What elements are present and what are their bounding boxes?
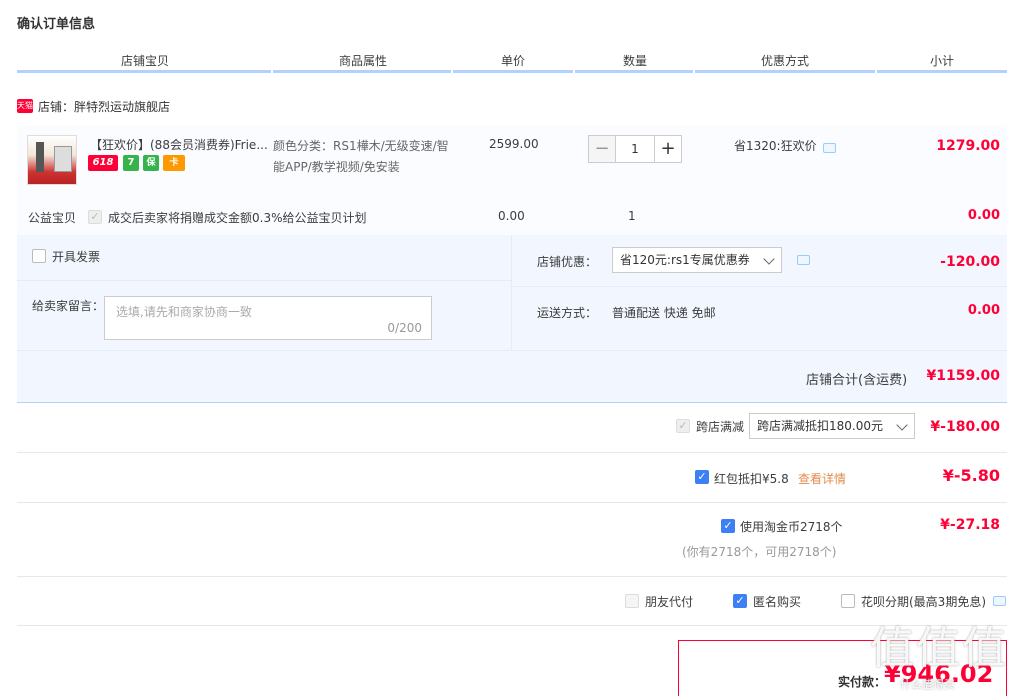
charity-quantity: 1	[628, 209, 636, 223]
shop-total-amount: ¥1159.00	[926, 368, 1000, 384]
shipping-method: 普通配送 快递 免邮	[612, 306, 716, 320]
column-header-quantity: 数量	[622, 54, 647, 68]
charity-subtotal: 0.00	[967, 208, 1000, 223]
cross-store-checkbox: ✓	[676, 419, 690, 433]
product-title[interactable]: 【狂欢价】(88会员消费券)Frie...	[90, 136, 268, 153]
cross-store-amount: ¥-180.00	[930, 419, 1000, 435]
panel-divider	[511, 235, 512, 350]
row-divider	[17, 452, 1007, 453]
product-attributes: 颜色分类：RS1樺木/无级变速/智能APP/教学视频/免安装	[273, 139, 449, 174]
watermark-text: 什么值得买	[900, 678, 955, 691]
red-packet-amount: ¥-5.80	[942, 466, 1000, 485]
column-header-price: 单价	[500, 54, 525, 68]
huabei-checkbox[interactable]	[841, 594, 855, 608]
promo-618-badge: 618	[88, 155, 118, 171]
header-divider	[877, 70, 1007, 73]
chat-icon[interactable]	[797, 255, 810, 265]
row-divider	[17, 625, 1007, 626]
chat-icon[interactable]	[823, 143, 836, 153]
red-packet-details-link[interactable]: 查看详情	[798, 470, 846, 487]
taojinbi-note: (你有2718个，可用2718个)	[682, 545, 837, 559]
column-header-attributes: 商品属性	[338, 54, 387, 68]
seven-day-return-icon: 7	[123, 155, 139, 171]
red-packet-label: 红包抵扣¥5.8	[714, 472, 789, 486]
shop-discount-amount: -120.00	[940, 254, 1000, 270]
tmall-icon: 天猫	[17, 99, 33, 113]
message-label: 给卖家留言：	[32, 299, 105, 313]
friend-pay-checkbox	[625, 594, 639, 608]
guarantee-icon: 保	[143, 155, 159, 171]
shop-name[interactable]: 店铺：胖特烈运动旗舰店	[38, 98, 170, 115]
discount-method: 省1320:狂欢价	[734, 139, 817, 153]
charity-checkbox: ✓	[88, 210, 102, 224]
anonymous-checkbox[interactable]: ✓	[733, 594, 747, 608]
charity-label: 公益宝贝	[28, 211, 77, 225]
invoice-checkbox[interactable]	[32, 249, 46, 263]
panel-divider	[512, 286, 1007, 287]
cross-store-label: 跨店满减	[696, 420, 745, 434]
header-divider	[17, 70, 271, 73]
message-textarea[interactable]: 选填,请先和商家协商一致 0/200	[104, 296, 432, 340]
charity-price: 0.00	[498, 209, 525, 223]
red-packet-checkbox[interactable]: ✓	[695, 470, 709, 484]
column-header-subtotal: 小计	[929, 54, 954, 68]
row-divider	[17, 576, 1007, 577]
header-divider	[273, 70, 451, 73]
chevron-down-icon	[763, 253, 775, 265]
anonymous-label: 匿名购买	[753, 595, 802, 609]
page-title: 确认订单信息	[17, 17, 96, 32]
row-divider	[17, 502, 1007, 503]
shop-discount-select[interactable]: 省120元:rs1专属优惠券	[612, 247, 782, 273]
shop-discount-selected: 省120元:rs1专属优惠券	[620, 253, 750, 267]
shop-discount-label: 店铺优惠：	[537, 255, 598, 269]
taojinbi-amount: ¥-27.18	[940, 517, 1000, 533]
watermark-logo: 值 值 值	[870, 623, 1006, 674]
plus-icon[interactable]: +	[654, 135, 682, 163]
header-divider	[575, 70, 693, 73]
huabei-label: 花呗分期(最高3期免息)	[861, 595, 986, 609]
panel-divider	[17, 280, 511, 281]
shipping-label: 运送方式：	[537, 306, 598, 320]
column-header-item: 店铺宝贝	[120, 54, 169, 68]
charity-text: 成交后卖家将捐赠成交金额0.3%给公益宝贝计划	[108, 211, 367, 225]
item-subtotal: 1279.00	[936, 138, 1000, 154]
minus-icon[interactable]: −	[588, 135, 616, 163]
card-payment-icon: 卡	[163, 155, 185, 171]
header-divider	[453, 70, 573, 73]
invoice-label: 开具发票	[52, 250, 101, 264]
column-header-discount: 优惠方式	[760, 54, 809, 68]
product-thumbnail[interactable]	[27, 135, 77, 185]
panel-divider	[17, 350, 1007, 351]
shipping-amount: 0.00	[967, 303, 1000, 318]
quantity-input[interactable]: 1	[616, 135, 654, 163]
friend-pay-label: 朋友代付	[645, 595, 694, 609]
unit-price: 2599.00	[489, 137, 539, 151]
chat-icon[interactable]	[993, 596, 1006, 606]
taojinbi-checkbox[interactable]: ✓	[721, 519, 735, 533]
header-divider	[695, 70, 875, 73]
taojinbi-label: 使用淘金币2718个	[740, 520, 843, 534]
message-counter: 0/200	[387, 321, 422, 335]
cross-store-selected: 跨店满减抵扣180.00元	[757, 419, 883, 433]
message-placeholder: 选填,请先和商家协商一致	[116, 305, 252, 319]
